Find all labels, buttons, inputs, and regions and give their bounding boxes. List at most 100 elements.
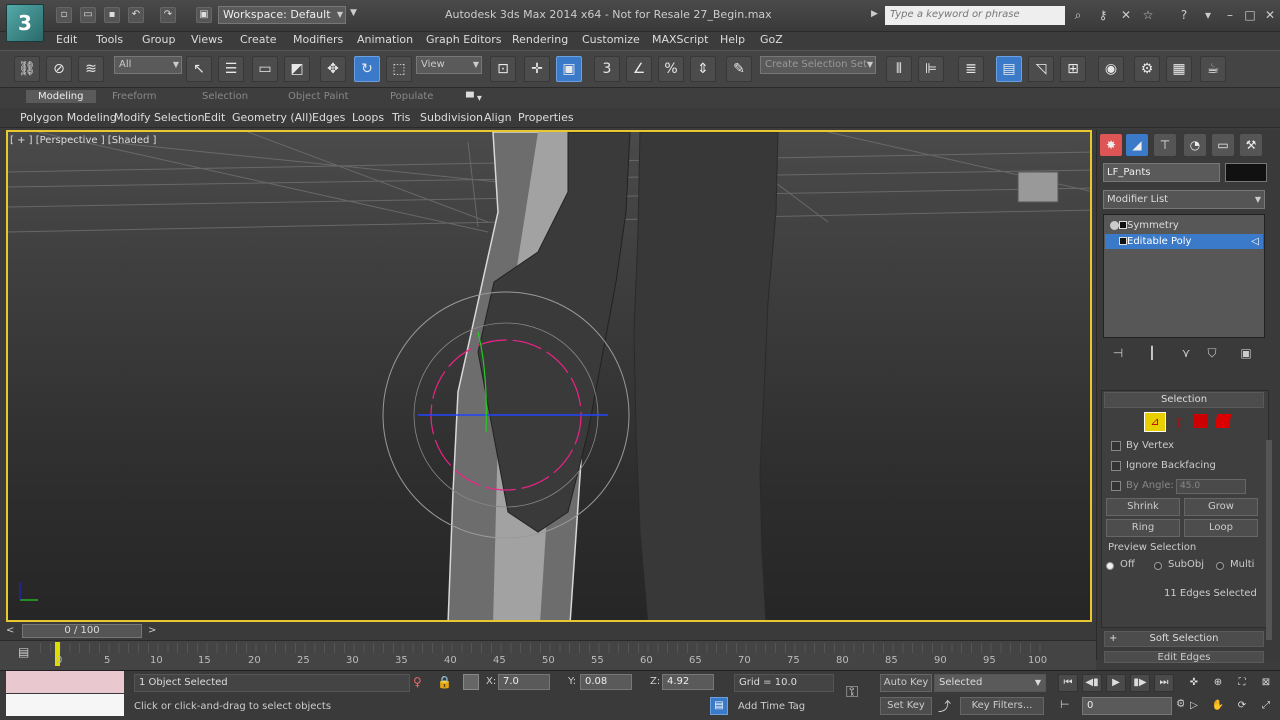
ribbon-polygon-modeling[interactable]: Polygon Modeling <box>20 111 117 124</box>
next-frame-icon[interactable]: > <box>148 625 156 636</box>
angle-snap-icon[interactable]: ∠ <box>626 56 652 82</box>
stack-item-symmetry[interactable]: Symmetry <box>1105 218 1263 233</box>
curve-editor-icon[interactable]: ◹ <box>1028 56 1054 82</box>
tab-object-paint[interactable]: Object Paint <box>288 91 349 102</box>
search-input[interactable]: Type a keyword or phrase <box>885 6 1065 25</box>
menu-goz[interactable]: GoZ <box>760 33 783 46</box>
lock-selection-icon[interactable]: 🔒 <box>437 675 452 689</box>
go-to-end-icon[interactable]: ⏭ <box>1154 674 1174 692</box>
loop-button[interactable]: Loop <box>1184 519 1258 537</box>
percent-snap-icon[interactable]: % <box>658 56 684 82</box>
grow-button[interactable]: Grow <box>1184 498 1258 516</box>
object-color-swatch[interactable] <box>1225 163 1267 182</box>
make-unique-icon[interactable]: ⋎ <box>1176 346 1196 364</box>
by-angle-checkbox[interactable] <box>1111 481 1121 491</box>
menu-tools[interactable]: Tools <box>96 33 123 46</box>
previous-frame-icon[interactable]: < <box>6 625 14 636</box>
select-by-name-icon[interactable]: ☰ <box>218 56 244 82</box>
layer-explorer-icon[interactable]: ≣ <box>958 56 984 82</box>
zoom-all-icon[interactable]: ⊕ <box>1208 674 1228 692</box>
go-to-start-icon[interactable]: ⏮ <box>1058 674 1078 692</box>
create-tab-icon[interactable]: ✸ <box>1100 134 1122 156</box>
select-and-rotate-icon[interactable]: ↻ <box>354 56 380 82</box>
previous-key-icon[interactable]: ◀▮ <box>1082 674 1102 692</box>
ribbon-edit[interactable]: Edit <box>204 111 225 124</box>
undo-icon[interactable]: ↶ <box>128 7 144 23</box>
add-time-tag-button[interactable]: Add Time Tag <box>738 701 805 712</box>
key-icon[interactable]: ⚿ <box>846 682 858 702</box>
open-file-icon[interactable]: ▭ <box>80 7 96 23</box>
align-icon[interactable]: ⊫ <box>918 56 944 82</box>
zoom-extents-all-icon[interactable]: ⊠ <box>1256 674 1276 692</box>
by-vertex-checkbox[interactable] <box>1111 441 1121 451</box>
tab-selection[interactable]: Selection <box>202 91 248 102</box>
edge-subobject-icon[interactable]: ▯ <box>1170 412 1190 432</box>
next-key-icon[interactable]: ▮▶ <box>1130 674 1150 692</box>
ring-button[interactable]: Ring <box>1106 519 1180 537</box>
orbit-icon[interactable]: ⟳ <box>1232 697 1252 715</box>
keyboard-shortcut-override-icon[interactable]: ▣ <box>556 56 582 82</box>
curve-editor-mini-icon[interactable]: ▤ <box>18 645 29 659</box>
graphite-toolbar-icon[interactable]: ▤ <box>996 56 1022 82</box>
menu-group[interactable]: Group <box>142 33 176 46</box>
ribbon-align[interactable]: Align <box>484 111 512 124</box>
render-production-icon[interactable]: ☕ <box>1200 56 1226 82</box>
zoom-extents-icon[interactable]: ⛶ <box>1232 674 1252 692</box>
preview-multi-radio[interactable] <box>1216 562 1224 570</box>
edit-named-selection-icon[interactable]: ✎ <box>726 56 752 82</box>
redo-icon[interactable]: ↷ <box>160 7 176 23</box>
menu-rendering[interactable]: Rendering <box>512 33 568 46</box>
selection-filter-dropdown[interactable]: All ▼ <box>114 56 182 74</box>
set-keys-icon[interactable]: ⤴ <box>938 696 951 715</box>
project-folder-icon[interactable]: ▣ <box>196 7 212 23</box>
tab-modeling[interactable]: Modeling <box>26 90 96 103</box>
menu-views[interactable]: Views <box>191 33 223 46</box>
ribbon-properties[interactable]: Properties <box>518 111 574 124</box>
select-and-move-icon[interactable]: ✥ <box>320 56 346 82</box>
mirror-icon[interactable]: ⫴ <box>886 56 912 82</box>
light-bulb-icon[interactable]: ◁ <box>1251 234 1259 249</box>
close-icon[interactable]: ✕ <box>1262 7 1278 23</box>
ribbon-edges[interactable]: Edges <box>312 111 345 124</box>
named-selection-dropdown[interactable]: Create Selection Set ▼ <box>760 56 876 74</box>
render-setup-icon[interactable]: ⚙ <box>1134 56 1160 82</box>
new-file-icon[interactable]: ▫ <box>56 7 72 23</box>
ignore-backfacing-checkbox[interactable] <box>1111 461 1121 471</box>
menu-maxscript[interactable]: MAXScript <box>652 33 708 46</box>
current-frame-field[interactable]: 0 <box>1082 697 1172 715</box>
command-panel-scrollbar[interactable] <box>1266 440 1272 640</box>
configure-modifier-sets-icon[interactable]: ▣ <box>1236 346 1256 364</box>
hierarchy-tab-icon[interactable]: ⊤ <box>1154 134 1176 156</box>
select-and-scale-icon[interactable]: ⬚ <box>386 56 412 82</box>
binoculars-icon[interactable]: ⌕ <box>1070 7 1086 23</box>
border-subobject-icon[interactable] <box>1194 414 1208 428</box>
ribbon-geometry-all[interactable]: Geometry (All) <box>232 111 313 124</box>
tab-freeform[interactable]: Freeform <box>112 91 157 102</box>
expand-icon[interactable] <box>1119 237 1127 245</box>
pivot-center-icon[interactable]: ⊡ <box>490 56 516 82</box>
window-crossing-icon[interactable]: ◩ <box>284 56 310 82</box>
bind-to-space-warp-icon[interactable]: ≋ <box>78 56 104 82</box>
perspective-viewport[interactable] <box>6 130 1092 622</box>
absolute-mode-icon[interactable] <box>463 674 479 690</box>
time-tag-icon[interactable]: ▤ <box>710 697 728 715</box>
viewport-label[interactable]: [ + ] [Perspective ] [Shaded ] <box>10 135 156 146</box>
snaps-toggle-icon[interactable]: 3 <box>594 56 620 82</box>
motion-tab-icon[interactable]: ◔ <box>1184 134 1206 156</box>
display-tab-icon[interactable]: ▭ <box>1212 134 1234 156</box>
shrink-button[interactable]: Shrink <box>1106 498 1180 516</box>
select-and-link-icon[interactable]: ⛓ <box>14 56 40 82</box>
z-coordinate-field[interactable]: 4.92 <box>662 674 714 690</box>
modifier-list-dropdown[interactable]: Modifier List ▼ <box>1103 190 1265 209</box>
favorites-icon[interactable]: ☆ <box>1140 7 1156 23</box>
pin-stack-icon[interactable]: ⊣ <box>1108 346 1128 364</box>
schematic-view-icon[interactable]: ⊞ <box>1060 56 1086 82</box>
stack-item-editable-poly[interactable]: Editable Poly ◁ <box>1105 234 1263 249</box>
angle-spinner[interactable]: 45.0 <box>1176 479 1246 494</box>
play-icon[interactable]: ▶ <box>1106 674 1126 692</box>
select-and-manipulate-icon[interactable]: ✛ <box>524 56 550 82</box>
ribbon-options-icon[interactable]: ▀ ▾ <box>466 93 482 104</box>
workspace-dropdown[interactable]: Workspace: Default ▼ <box>218 6 346 24</box>
spinner-snap-icon[interactable]: ⇕ <box>690 56 716 82</box>
menu-animation[interactable]: Animation <box>357 33 413 46</box>
